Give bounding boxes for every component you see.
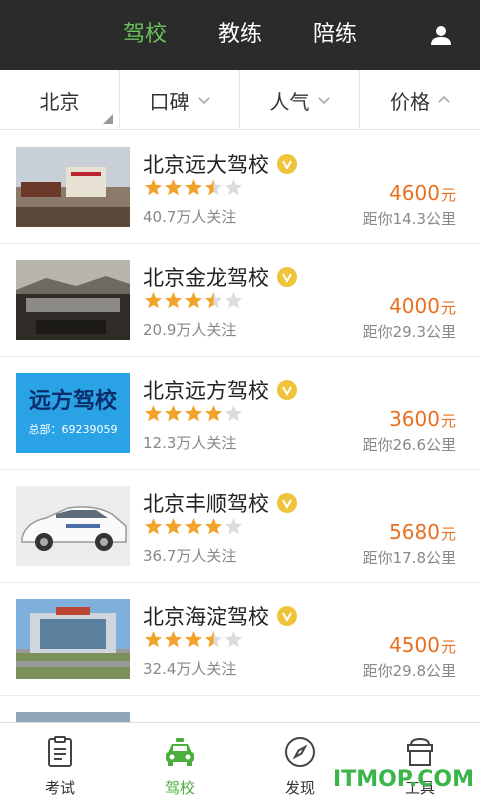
verified-badge-icon	[277, 267, 297, 287]
star-icon	[205, 292, 222, 309]
star-icon	[205, 518, 222, 535]
distance: 距你29.8公里	[362, 662, 456, 680]
filter-popularity-label: 人气	[269, 89, 310, 114]
star-icon	[165, 292, 182, 309]
tab-practice[interactable]: 陪练	[300, 0, 370, 70]
filter-reputation[interactable]: 口碑	[120, 70, 240, 130]
price: 4500 元	[389, 633, 456, 657]
star-icon	[185, 179, 202, 196]
list-item[interactable]: 北京远大驾校 40.7万人关注 4600 元 距你14.3公里	[0, 131, 480, 244]
car-icon	[166, 738, 194, 766]
filter-reputation-label: 口碑	[149, 89, 190, 114]
filter-price-label: 价格	[390, 89, 430, 114]
star-icon	[165, 179, 182, 196]
nav-discover-label: 发现	[284, 779, 315, 797]
corner-triangle-icon	[103, 114, 113, 124]
tools-icon	[407, 737, 433, 766]
nav-driving-school[interactable]: 驾校	[120, 723, 240, 801]
star-icon	[145, 292, 162, 309]
rating-stars	[144, 291, 244, 310]
rating-stars	[144, 178, 244, 197]
star-icon	[205, 179, 222, 196]
price: 4000 元	[389, 294, 456, 318]
list-item[interactable]: 北京海淀驾校 32.4万人关注 4500 元 距你29.8公里	[0, 583, 480, 696]
chevron-down-icon	[317, 97, 330, 105]
distance: 距你29.3公里	[362, 323, 456, 341]
watermark-logo: ITMOP.COM	[333, 767, 474, 792]
rating-stars	[144, 404, 244, 423]
filter-city[interactable]: 北京	[0, 70, 120, 130]
distance: 距你26.6公里	[362, 436, 456, 454]
verified-badge-icon	[277, 493, 297, 513]
school-photo	[16, 260, 130, 340]
chevron-up-icon	[438, 95, 450, 103]
school-photo	[16, 486, 130, 566]
star-icon	[185, 405, 202, 422]
follower-count: 40.7万人关注	[143, 208, 237, 226]
user-icon[interactable]	[430, 24, 452, 46]
bottom-nav: 考试 驾校 发现 工具 ITMOP.COM	[0, 722, 480, 800]
filter-popularity[interactable]: 人气	[240, 70, 360, 130]
follower-count: 20.9万人关注	[143, 321, 237, 339]
rating-stars	[144, 517, 244, 536]
compass-icon	[285, 737, 315, 767]
school-photo	[16, 599, 130, 679]
nav-exam[interactable]: 考试	[0, 723, 120, 801]
price: 3600 元	[389, 407, 456, 431]
star-icon	[225, 518, 242, 535]
star-icon	[225, 292, 242, 309]
school-name: 北京远大驾校	[143, 149, 297, 179]
distance: 距你14.3公里	[362, 210, 456, 228]
tab-coach[interactable]: 教练	[205, 0, 275, 70]
top-nav-bar: 驾校 教练 陪练	[0, 0, 480, 70]
list-item[interactable]: 北京丰顺驾校 36.7万人关注 5680 元 距你17.8公里	[0, 470, 480, 583]
verified-badge-icon	[277, 606, 297, 626]
filter-city-label: 北京	[39, 89, 80, 114]
verified-badge-icon	[277, 154, 297, 174]
school-name: 北京丰顺驾校	[143, 488, 297, 518]
star-icon	[225, 405, 242, 422]
nav-driving-school-label: 驾校	[164, 779, 195, 797]
filter-bar: 北京 口碑 人气 价格	[0, 70, 480, 130]
distance: 距你17.8公里	[362, 549, 456, 567]
rating-stars	[144, 630, 244, 649]
follower-count: 32.4万人关注	[143, 660, 237, 678]
list-item[interactable]: 北京金龙驾校 20.9万人关注 4000 元 距你29.3公里	[0, 244, 480, 357]
star-icon	[165, 518, 182, 535]
star-icon	[225, 631, 242, 648]
star-icon	[165, 631, 182, 648]
school-photo: 远方驾校 总部：69239059	[16, 373, 130, 453]
tab-driving-school[interactable]: 驾校	[110, 0, 180, 70]
list-item[interactable]: 远方驾校 总部：69239059 北京远方驾校 12.3万人关注 3600 元 距…	[0, 357, 480, 470]
star-icon	[145, 405, 162, 422]
school-name: 北京海淀驾校	[143, 601, 297, 631]
star-icon	[145, 518, 162, 535]
star-icon	[185, 518, 202, 535]
star-icon	[165, 405, 182, 422]
star-icon	[145, 179, 162, 196]
school-name: 北京金龙驾校	[143, 262, 297, 292]
star-icon	[225, 179, 242, 196]
exam-icon	[48, 736, 72, 767]
filter-price[interactable]: 价格	[360, 70, 480, 130]
star-icon	[205, 405, 222, 422]
star-icon	[185, 631, 202, 648]
follower-count: 36.7万人关注	[143, 547, 237, 565]
price: 5680 元	[389, 520, 456, 544]
school-name: 北京远方驾校	[143, 375, 297, 405]
star-icon	[185, 292, 202, 309]
school-photo	[16, 147, 130, 227]
star-icon	[205, 631, 222, 648]
verified-badge-icon	[277, 380, 297, 400]
star-icon	[145, 631, 162, 648]
nav-exam-label: 考试	[44, 779, 75, 797]
chevron-down-icon	[197, 97, 210, 105]
price: 4600 元	[389, 181, 456, 205]
follower-count: 12.3万人关注	[143, 434, 237, 452]
